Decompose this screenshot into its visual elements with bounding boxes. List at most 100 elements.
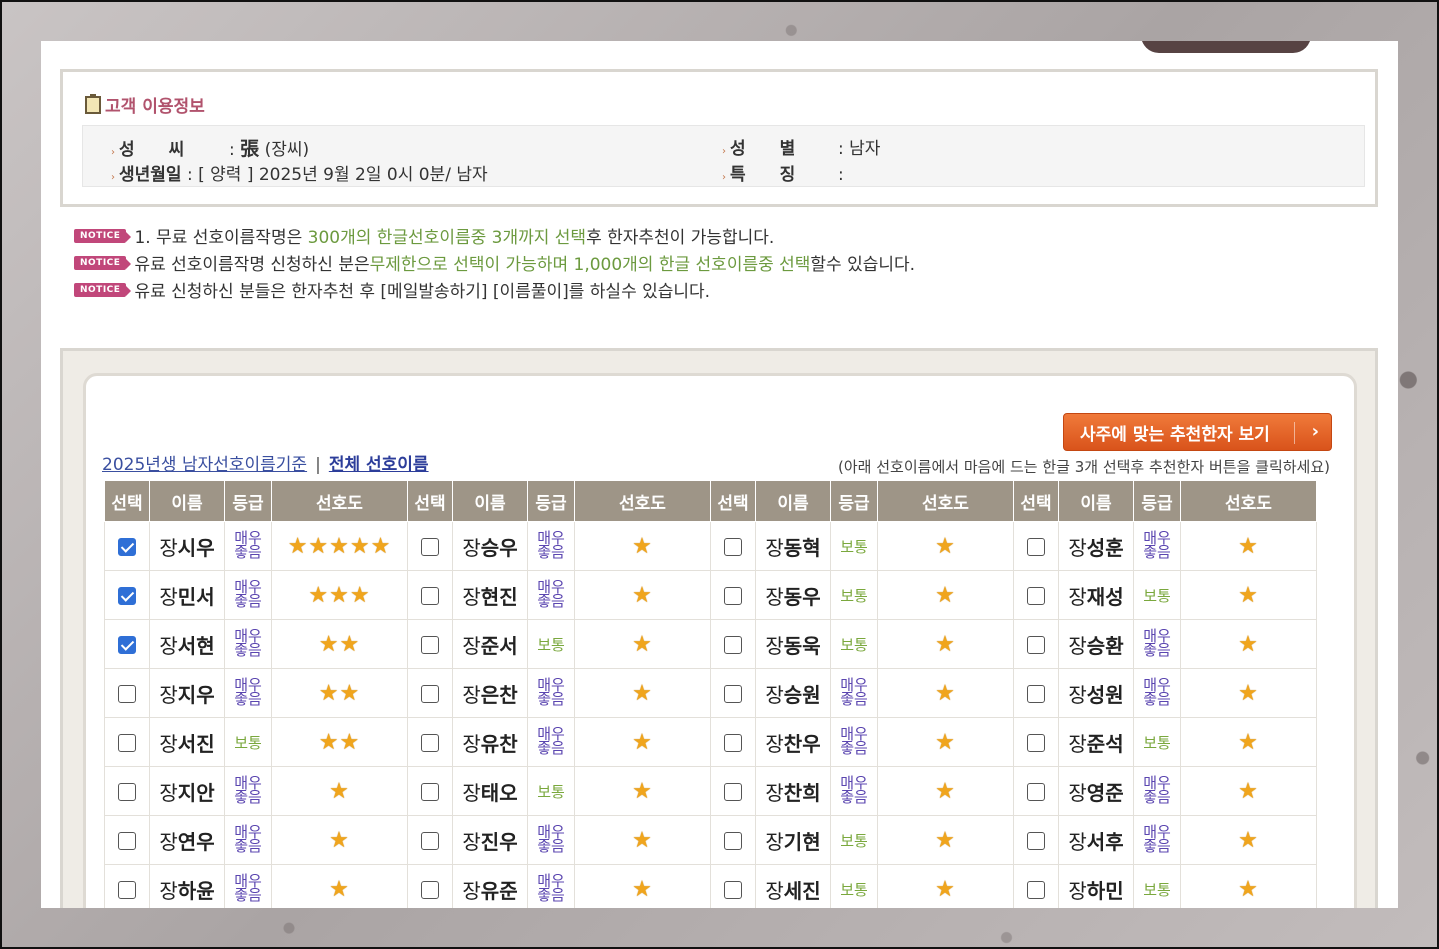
header-grade: 등급 [527,480,575,522]
select-cell [710,521,756,571]
star-rating-icon: ★ [632,533,653,559]
recommend-hanja-button[interactable]: 사주에 맞는 추천한자 보기 › [1063,413,1332,451]
grade-cell: 매우좋음 [527,717,575,767]
grade-cell: 보통 [830,521,878,571]
name-cell: 장지안 [149,766,225,816]
name-checkbox[interactable] [1027,537,1045,556]
grade-label: 매우좋음 [234,774,262,806]
name-checkbox[interactable] [421,684,439,703]
name-cell: 장기현 [755,815,831,865]
select-cell [104,766,150,816]
header-preference: 선호도 [271,480,408,522]
name-checkbox[interactable] [1027,733,1045,752]
name-checkbox[interactable] [724,782,742,801]
name-text: 장승환 [1068,633,1124,658]
grade-cell: 보통 [830,570,878,620]
name-checkbox[interactable] [118,831,136,850]
select-cell [710,619,756,669]
name-checkbox[interactable] [724,635,742,654]
grade-label: 매우좋음 [234,578,262,610]
star-rating-icon: ★ [632,778,653,804]
star-rating-icon: ★ [1238,582,1259,608]
name-text: 장준서 [462,633,518,658]
grade-label: 매우좋음 [537,823,565,855]
grade-label: 보통 [1143,880,1171,899]
name-checkbox[interactable] [118,684,136,703]
star-rating-icon: ★ [632,729,653,755]
name-checkbox[interactable] [1027,635,1045,654]
name-checkbox[interactable] [724,733,742,752]
grade-label: 매우좋음 [1143,823,1171,855]
name-text: 장서진 [159,731,215,756]
preference-cell: ★ [877,815,1014,865]
name-checkbox[interactable] [118,586,136,605]
star-rating-icon: ★ [935,876,956,902]
select-cell [1013,668,1059,718]
name-cell: 장세진 [755,864,831,908]
name-checkbox[interactable] [1027,586,1045,605]
name-text: 장현진 [462,584,518,609]
grade-cell: 매우좋음 [527,521,575,571]
preference-cell: ★ [574,619,711,669]
name-checkbox[interactable] [421,586,439,605]
name-checkbox[interactable] [421,880,439,899]
star-rating-icon: ★ [632,827,653,853]
preference-cell: ★ [1180,668,1317,718]
name-checkbox[interactable] [421,635,439,654]
star-rating-icon: ★★★ [308,582,371,608]
preference-cell: ★ [877,864,1014,908]
grade-label: 보통 [840,880,868,899]
name-checkbox[interactable] [118,880,136,899]
year-basis-link[interactable]: 2025년생 남자선호이름기준 [102,455,307,475]
name-checkbox[interactable] [724,586,742,605]
star-rating-icon: ★ [935,778,956,804]
grade-cell: 매우좋음 [1133,521,1181,571]
name-checkbox[interactable] [724,831,742,850]
preference-cell: ★ [1180,717,1317,767]
grade-label: 매우좋음 [840,774,868,806]
name-checkbox[interactable] [118,635,136,654]
name-checkbox[interactable] [724,880,742,899]
star-rating-icon: ★ [935,582,956,608]
name-checkbox[interactable] [421,733,439,752]
select-cell [710,717,756,767]
name-text: 장태오 [462,780,518,805]
name-checkbox[interactable] [1027,880,1045,899]
header-preference: 선호도 [1180,480,1317,522]
name-list-panel: 사주에 맞는 추천한자 보기 › 2025년생 남자선호이름기준 | 전체 선호이름… [83,373,1357,908]
preference-cell: ★ [1180,619,1317,669]
name-checkbox[interactable] [421,831,439,850]
star-rating-icon: ★ [935,729,956,755]
name-checkbox[interactable] [118,733,136,752]
name-checkbox[interactable] [118,537,136,556]
grade-cell: 매우좋음 [527,815,575,865]
select-cell [104,815,150,865]
name-checkbox[interactable] [421,537,439,556]
name-checkbox[interactable] [118,782,136,801]
star-rating-icon: ★ [1238,729,1259,755]
name-cell: 장서진 [149,717,225,767]
star-rating-icon: ★ [329,778,350,804]
name-checkbox[interactable] [724,684,742,703]
select-cell [104,619,150,669]
name-checkbox[interactable] [1027,831,1045,850]
star-rating-icon: ★ [329,876,350,902]
header-grade: 등급 [224,480,272,522]
name-text: 장찬희 [765,780,821,805]
name-checkbox[interactable] [724,537,742,556]
surname-row: › 성 씨: 張 (장씨) [111,138,310,160]
chevron-right-icon: › [1311,421,1319,442]
preference-cell: ★ [877,570,1014,620]
name-cell: 장영준 [1058,766,1134,816]
preference-cell: ★★ [271,619,408,669]
select-cell [407,864,453,908]
preference-cell: ★ [574,717,711,767]
all-names-link[interactable]: 전체 선호이름 [329,455,429,475]
grade-cell: 매우좋음 [830,717,878,767]
name-checkbox[interactable] [1027,684,1045,703]
preference-cell: ★ [877,521,1014,571]
name-checkbox[interactable] [1027,782,1045,801]
name-text: 장은찬 [462,682,518,707]
name-checkbox[interactable] [421,782,439,801]
grade-label: 보통 [234,733,262,752]
